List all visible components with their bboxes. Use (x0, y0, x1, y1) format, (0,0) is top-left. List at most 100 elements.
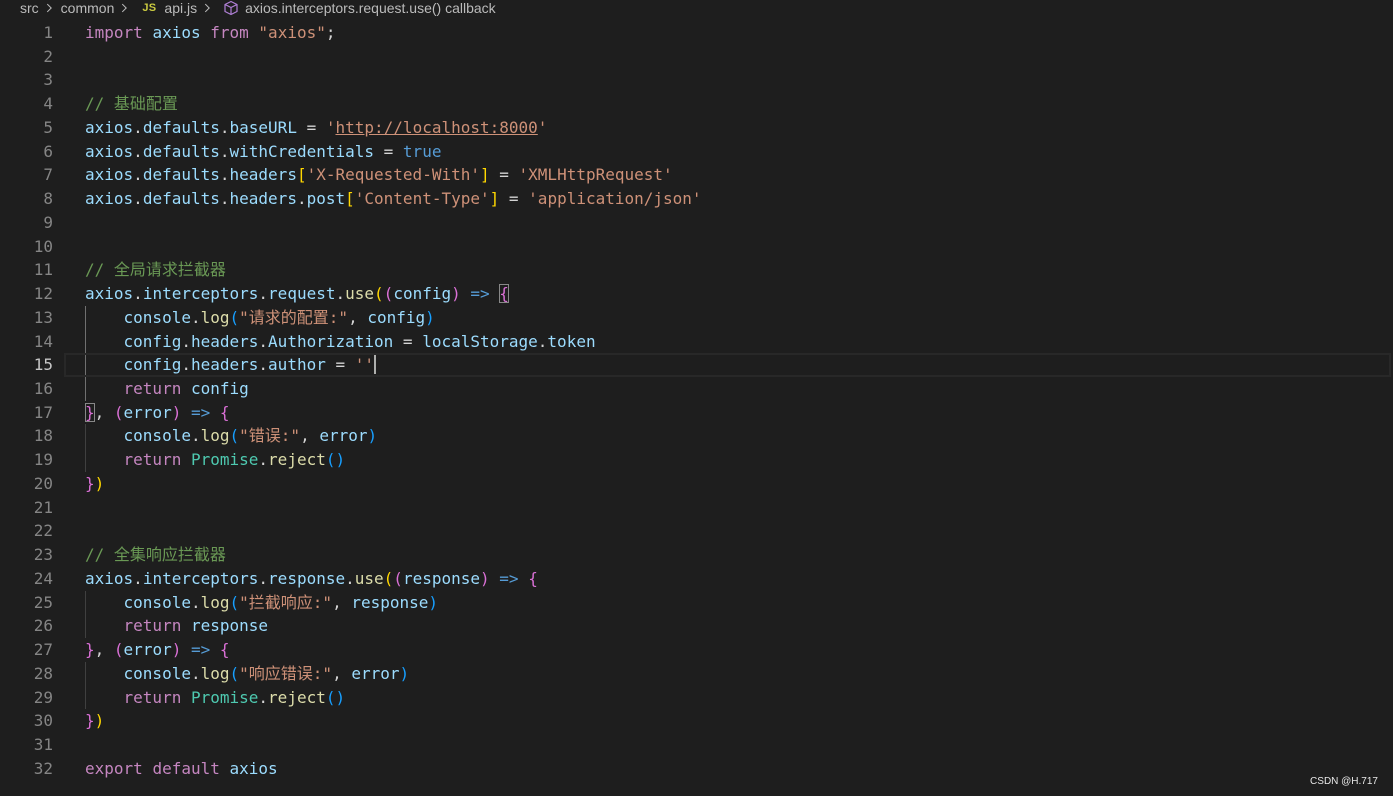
breadcrumb-item-symbol[interactable]: axios.interceptors.request.use() callbac… (219, 0, 496, 18)
code-token-keyword: default (152, 758, 220, 778)
line-number[interactable]: 26 (0, 614, 53, 638)
code-line[interactable]: // 全局请求拦截器 (85, 258, 1393, 282)
code-token-comment: // 基础配置 (85, 94, 178, 114)
code-line[interactable] (85, 211, 1393, 235)
line-number-gutter: 1 2 3 4 5 6 7 8 9 10 11 12 13 14 15 16 17 18 19 20 21 22 23 24 2… (0, 21, 53, 781)
code-token-plain: . (219, 117, 230, 137)
line-number[interactable]: 12 (0, 282, 53, 306)
code-line[interactable]: return config (85, 377, 1393, 401)
code-text-area[interactable]: import axios from "axios";// 基础配置 axios.d… (64, 21, 1393, 781)
line-number[interactable]: 11 (0, 258, 53, 282)
code-token-string: 'XMLHttpRequest' (518, 165, 673, 185)
code-line[interactable]: axios.defaults.headers.post['Content-Typ… (85, 187, 1393, 211)
line-number[interactable]: 28 (0, 662, 53, 686)
line-number[interactable]: 7 (0, 163, 53, 187)
line-number[interactable]: 17 (0, 401, 53, 425)
line-number[interactable]: 6 (0, 140, 53, 164)
line-number[interactable]: 19 (0, 448, 53, 472)
line-number[interactable]: 14 (0, 330, 53, 354)
code-line-current[interactable]: config.headers.author = '' (64, 353, 1393, 377)
line-number[interactable]: 16 (0, 377, 53, 401)
line-number[interactable]: 1 (0, 21, 53, 45)
code-line[interactable]: console.log("拦截响应:", response) (85, 591, 1393, 615)
line-number[interactable]: 18 (0, 424, 53, 448)
code-line[interactable] (85, 235, 1393, 259)
code-line[interactable]: axios.interceptors.response.use((respons… (85, 567, 1393, 591)
code-line[interactable]: }, (error) => { (85, 401, 1393, 425)
code-token-variable: baseURL (229, 117, 297, 137)
code-token-plain: . (181, 355, 191, 375)
code-line[interactable]: }) (85, 472, 1393, 496)
line-number[interactable]: 25 (0, 591, 53, 615)
code-token-function: log (200, 426, 230, 446)
line-number[interactable]: 21 (0, 496, 53, 520)
code-token-variable: Authorization (268, 331, 394, 351)
line-number[interactable]: 8 (0, 187, 53, 211)
line-number[interactable]: 9 (0, 211, 53, 235)
editor[interactable]: 1 2 3 4 5 6 7 8 9 10 11 12 13 14 15 16 17 18 19 20 21 22 23 24 2… (0, 21, 1393, 796)
code-token-bracket2: { (219, 640, 230, 660)
code-line[interactable]: axios.defaults.baseURL = 'http://localho… (85, 116, 1393, 140)
code-token-variable: console (123, 426, 191, 446)
breadcrumb-item-file[interactable]: JS api.js (136, 0, 197, 18)
code-line[interactable]: axios.interceptors.request.use((config) … (85, 282, 1393, 306)
code-line[interactable]: axios.defaults.withCredentials = true (85, 140, 1393, 164)
code-token-plain: . (258, 568, 269, 588)
line-number[interactable]: 22 (0, 519, 53, 543)
code-token-variable: response (190, 616, 269, 636)
line-number[interactable]: 23 (0, 543, 53, 567)
code-token-keyword: from (210, 23, 249, 42)
code-line[interactable]: axios.defaults.headers['X-Requested-With… (85, 163, 1393, 187)
code-line[interactable] (85, 45, 1393, 69)
code-line[interactable]: return response (85, 614, 1393, 638)
line-number[interactable]: 29 (0, 686, 53, 710)
code-token-plain: . (296, 189, 307, 209)
code-token-plain: = (393, 331, 423, 351)
code-line[interactable] (85, 68, 1393, 92)
code-token-variable: console (123, 663, 191, 683)
code-token-bracket2: ( (113, 402, 124, 422)
line-number[interactable]: 27 (0, 638, 53, 662)
breadcrumb-item-src[interactable]: src (20, 0, 39, 18)
breadcrumb-item-common[interactable]: common (61, 0, 115, 18)
line-number[interactable]: 4 (0, 92, 53, 116)
code-line[interactable]: console.log("响应错误:", error) (85, 662, 1393, 686)
line-number[interactable]: 32 (0, 757, 53, 781)
line-number[interactable]: 31 (0, 733, 53, 757)
line-number[interactable]: 5 (0, 116, 53, 140)
code-line[interactable]: // 全集响应拦截器 (85, 543, 1393, 567)
code-line[interactable]: export default axios (85, 757, 1393, 781)
code-line[interactable]: console.log("请求的配置:", config) (85, 306, 1393, 330)
code-line[interactable]: config.headers.Authorization = localStor… (85, 330, 1393, 354)
line-number[interactable]: 10 (0, 235, 53, 259)
code-token-keyword: export (85, 758, 143, 778)
line-number[interactable]: 20 (0, 472, 53, 496)
code-token-plain: , (300, 426, 320, 446)
code-line[interactable]: // 基础配置 (85, 92, 1393, 116)
line-number[interactable]: 2 (0, 45, 53, 69)
code-line[interactable] (85, 733, 1393, 757)
code-line[interactable]: return Promise.reject() (85, 448, 1393, 472)
code-line[interactable]: console.log("错误:", error) (85, 424, 1393, 448)
line-number[interactable]: 15 (0, 353, 53, 377)
code-line[interactable] (85, 496, 1393, 520)
code-token-plain: . (133, 568, 143, 588)
line-number[interactable]: 30 (0, 709, 53, 733)
code-line[interactable]: }, (error) => { (85, 638, 1393, 662)
line-number[interactable]: 3 (0, 68, 53, 92)
code-token-variable: headers (229, 189, 297, 209)
code-token-variable: localStorage (422, 331, 538, 351)
code-line[interactable]: }) (85, 709, 1393, 733)
code-line[interactable]: return Promise.reject() (85, 686, 1393, 710)
line-number[interactable]: 24 (0, 567, 53, 591)
line-number[interactable]: 13 (0, 306, 53, 330)
code-line[interactable] (85, 519, 1393, 543)
code-token-function: use (345, 284, 375, 304)
code-token-variable: config (190, 379, 249, 399)
code-token-function: log (200, 592, 230, 612)
code-token-plain: , (348, 307, 368, 327)
code-line[interactable]: import axios from "axios"; (85, 21, 1393, 45)
